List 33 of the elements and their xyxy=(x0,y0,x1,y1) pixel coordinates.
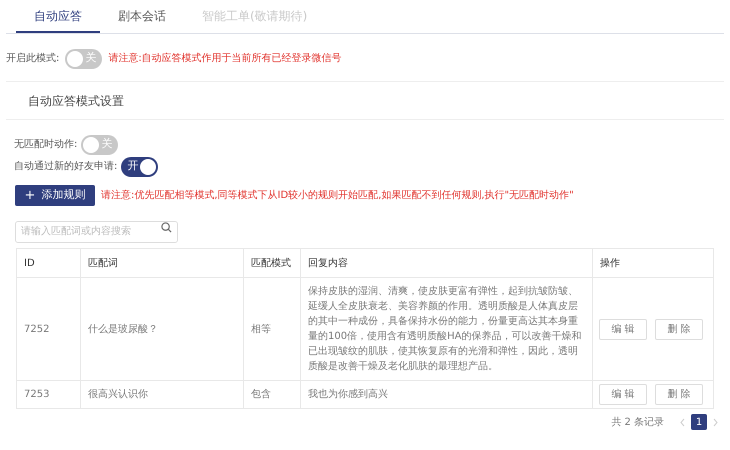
table-cell: 什么是玻尿酸？ xyxy=(88,324,158,334)
page-button[interactable]: 1 xyxy=(691,414,707,430)
column-header: ID xyxy=(24,258,35,268)
table-cell: 7252 xyxy=(24,324,50,334)
row-action-button[interactable]: 删 除 xyxy=(655,318,703,340)
table-cell-text: 我也为你感到高兴 xyxy=(308,388,389,402)
search-field[interactable]: 请输入匹配词或内容搜索 xyxy=(15,220,178,242)
field-label: 自动通过新的好友申请: xyxy=(14,160,118,174)
chevron-right-icon[interactable] xyxy=(713,418,718,426)
table-cell: 很高兴认识你 xyxy=(88,389,148,400)
tab[interactable]: 自动应答 xyxy=(16,0,100,33)
chevron-left-icon[interactable] xyxy=(680,418,685,426)
table-cell: 包含 xyxy=(251,389,271,400)
search-icon xyxy=(161,222,172,233)
row-action-button[interactable]: 编 辑 xyxy=(599,318,647,340)
tab[interactable]: 剧本会话 xyxy=(100,0,184,33)
record-count: 共 2 条记录 xyxy=(611,416,664,430)
table-cell-text: 保持皮肤的湿润、清爽，使皮肤更富有弹性，起到抗皱防皱、延缓人全皮肤衰老、美容养颜的作用。透明质酸是人体真皮层的其中一种成份，具备保持水份的能力，份量更高达其本身重量的100倍，使用含有透明质酸HA的保养品，可以改善干燥和已出现皱纹的肌肤，使其恢复原有的光滑和弹性，因此，透明质酸是改善干燥及老化肌肤的最理想产品。 xyxy=(308,284,582,374)
row-action-button[interactable]: 删 除 xyxy=(655,384,703,405)
notice-text: 请注意:优先匹配相等模式,同等模式下从ID较小的规则开始匹配,如果匹配不到任何规则,执行"无匹配时动作" xyxy=(101,188,574,203)
field-label: 开启此模式: xyxy=(6,52,60,66)
toggle-switch[interactable]: 开 xyxy=(121,156,158,176)
column-header: 匹配模式 xyxy=(251,258,291,268)
section-title: 自动应答模式设置 xyxy=(28,92,124,110)
field-label: 无匹配时动作: xyxy=(14,138,78,152)
column-header: 回复内容 xyxy=(308,258,348,268)
table-cell: 相等 xyxy=(251,324,271,334)
column-header: 匹配词 xyxy=(88,258,118,268)
column-header: 操作 xyxy=(600,258,620,268)
table-cell: 7253 xyxy=(24,389,50,400)
notice-text: 请注意:自动应答模式作用于当前所有已经登录微信号 xyxy=(108,52,342,66)
add-rule-button[interactable]: + 添加规则 xyxy=(15,185,95,206)
row-action-button[interactable]: 编 辑 xyxy=(599,384,647,405)
